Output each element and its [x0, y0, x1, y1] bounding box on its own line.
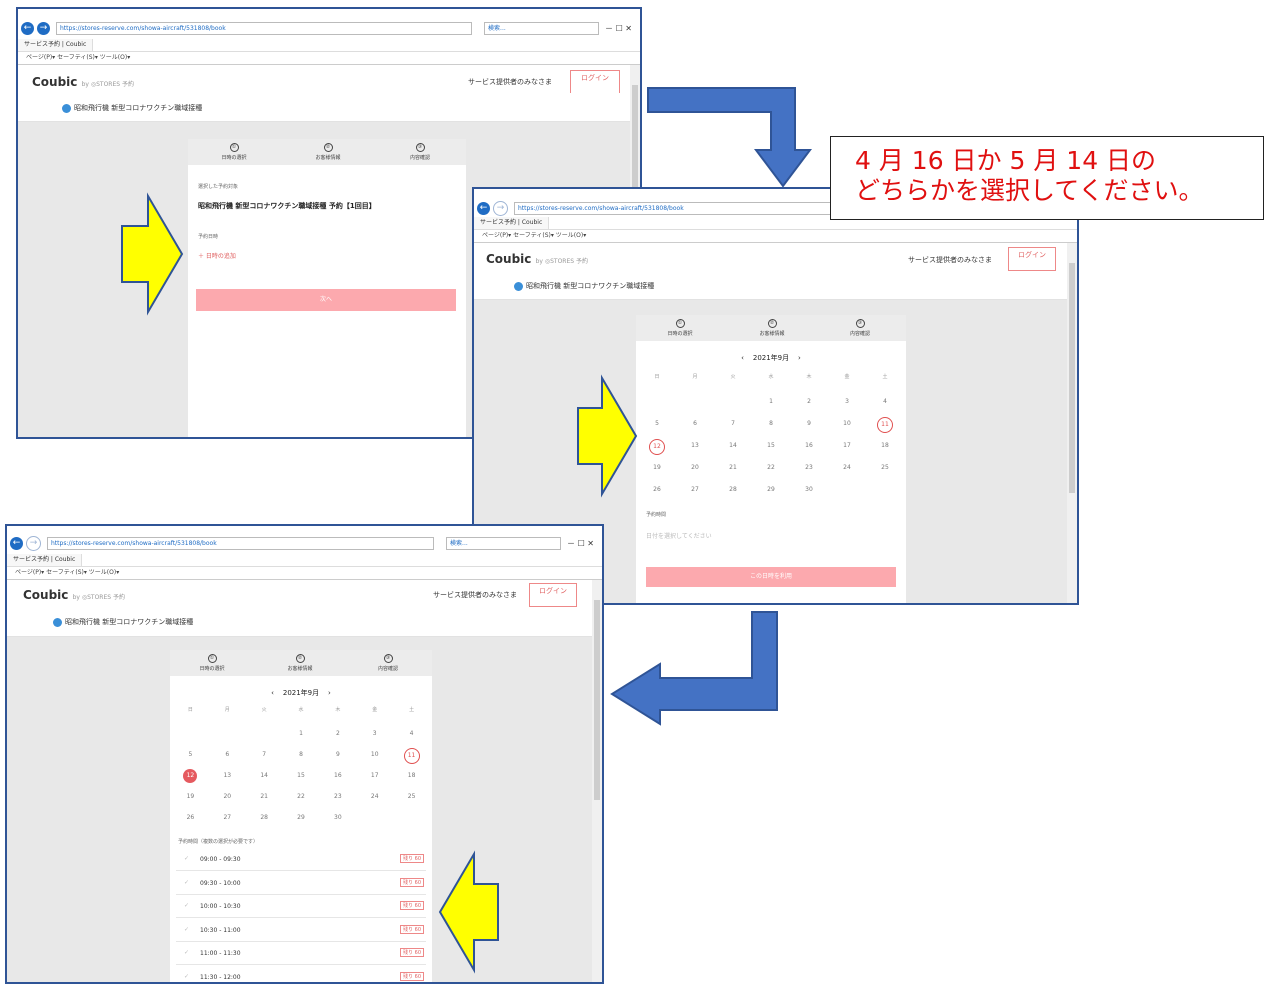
- pointer-arrow-1: [121, 192, 184, 316]
- callout-line-2: どちらかを選択してください。: [855, 176, 1204, 205]
- flow-arrow-1: [647, 87, 812, 188]
- pointer-arrow-2: [577, 374, 638, 498]
- instruction-callout: 4 月 16 日か 5 月 14 日の どちらかを選択してください。: [830, 136, 1264, 220]
- callout-line-1: 4 月 16 日か 5 月 14 日の: [855, 146, 1157, 175]
- pointer-arrow-3: [438, 850, 499, 974]
- flow-arrow-2: [610, 611, 778, 726]
